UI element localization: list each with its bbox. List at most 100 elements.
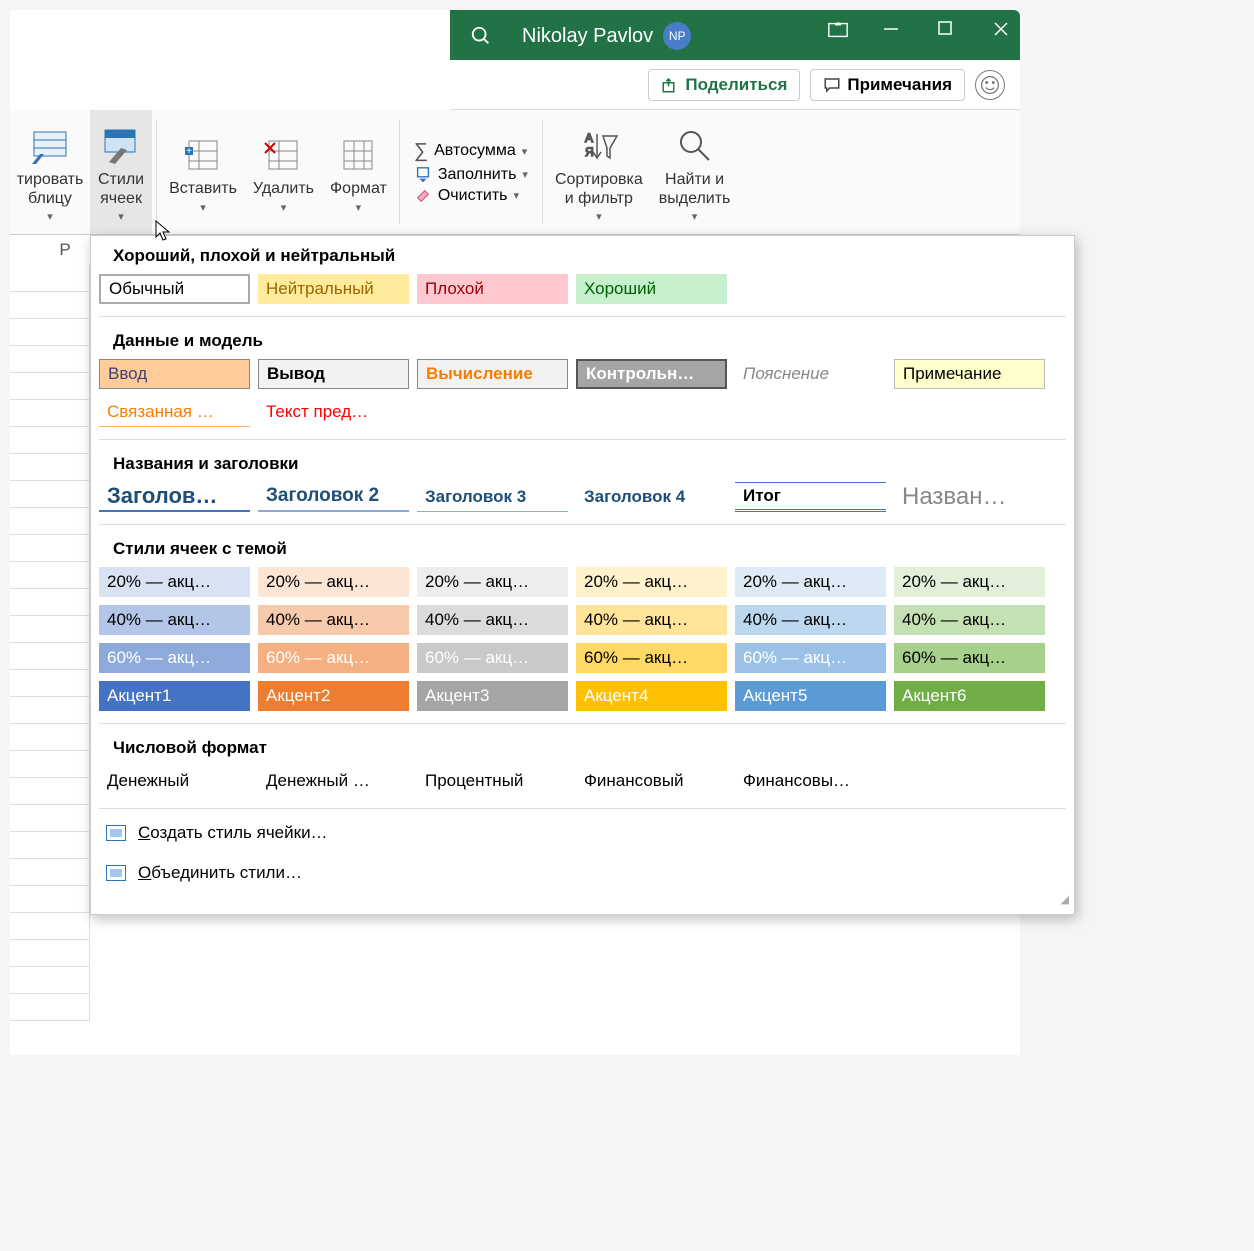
style-heading1[interactable]: Заголов… (99, 482, 250, 512)
style-heading3[interactable]: Заголовок 3 (417, 482, 568, 512)
delete-button[interactable]: Удалить ▾ (245, 110, 322, 234)
editing-group: ∑ Автосумма ▾ Заполнить ▾ Очистить ▾ (404, 110, 538, 234)
section-title-gbn: Хороший, плохой и нейтральный (91, 236, 1074, 274)
style-accent-c4-full[interactable]: Акцент4 (576, 681, 727, 711)
clear-label: Очистить (438, 187, 508, 205)
feedback-icon[interactable] (975, 70, 1005, 100)
sigma-icon: ∑ (414, 140, 428, 163)
style-accent-c4-b40[interactable]: 40% — акц… (576, 605, 727, 635)
format-button[interactable]: Формат ▾ (322, 110, 395, 234)
insert-label: Вставить (169, 179, 237, 198)
comments-button[interactable]: Примечания (810, 69, 965, 101)
style-accent-c6-b60[interactable]: 60% — акц… (894, 643, 1045, 673)
style-accent-c1-full[interactable]: Акцент1 (99, 681, 250, 711)
cell-styles-button[interactable]: Стили ячеек ▾ (90, 110, 152, 234)
minimize-button[interactable] (882, 20, 912, 40)
style-warning[interactable]: Текст пред… (258, 397, 409, 427)
ribbon: тировать блицу ▾ Стили ячеек ▾ + Вставит… (10, 110, 1020, 235)
style-neutral[interactable]: Нейтральный (258, 274, 409, 304)
merge-styles-button[interactable]: Объединить стили… (91, 853, 1074, 893)
style-accent-c5-b40[interactable]: 40% — акц… (735, 605, 886, 635)
insert-button[interactable]: + Вставить ▾ (161, 110, 245, 234)
worksheet-area: P Хороший, плохой и нейтральный Обычный … (10, 235, 1020, 1055)
style-financial0[interactable]: Финансовы… (735, 766, 886, 796)
chevron-down-icon: ▾ (200, 201, 206, 214)
chevron-down-icon: ▾ (281, 201, 287, 214)
style-accent-c6-b40[interactable]: 40% — акц… (894, 605, 1045, 635)
format-label: Формат (330, 179, 387, 198)
style-accent-c4-b20[interactable]: 20% — акц… (576, 567, 727, 597)
style-currency0[interactable]: Денежный … (258, 766, 409, 796)
maximize-button[interactable] (937, 20, 967, 40)
app-window: Nikolay Pavlov NP Поделиться (10, 10, 1020, 1055)
style-good[interactable]: Хороший (576, 274, 727, 304)
style-title[interactable]: Назван… (894, 482, 1045, 512)
style-accent-c5-full[interactable]: Акцент5 (735, 681, 886, 711)
section-title-theme: Стили ячеек с темой (91, 529, 1074, 567)
style-accent-c2-b40[interactable]: 40% — акц… (258, 605, 409, 635)
chevron-down-icon: ▾ (514, 189, 520, 202)
style-accent-c3-b60[interactable]: 60% — акц… (417, 643, 568, 673)
ribbon-mode-icon[interactable] (827, 20, 857, 40)
fill-down-icon (414, 166, 432, 184)
style-output[interactable]: Вывод (258, 359, 409, 389)
chevron-down-icon: ▾ (522, 145, 528, 158)
style-accent-c5-b60[interactable]: 60% — акц… (735, 643, 886, 673)
style-accent-c2-full[interactable]: Акцент2 (258, 681, 409, 711)
column-header-p[interactable]: P (40, 240, 90, 260)
style-input[interactable]: Ввод (99, 359, 250, 389)
close-button[interactable] (992, 20, 1010, 40)
autosum-label: Автосумма (434, 142, 516, 160)
resize-grip-icon[interactable]: ◢ (91, 893, 1074, 909)
style-percent[interactable]: Процентный (417, 766, 568, 796)
style-normal[interactable]: Обычный (99, 274, 250, 304)
format-table-label: тировать блицу (17, 170, 84, 208)
style-heading4[interactable]: Заголовок 4 (576, 482, 727, 512)
style-linked[interactable]: Связанная … (99, 397, 250, 427)
sort-filter-button[interactable]: АЯ Сортировка и фильтр ▾ (547, 110, 651, 234)
style-accent-c4-b60[interactable]: 60% — акц… (576, 643, 727, 673)
merge-styles-icon (106, 865, 126, 881)
new-style-button[interactable]: Создать стиль ячейки… (91, 813, 1074, 853)
style-check[interactable]: Контрольн… (576, 359, 727, 389)
style-accent-c3-b20[interactable]: 20% — акц… (417, 567, 568, 597)
style-accent-c6-full[interactable]: Акцент6 (894, 681, 1045, 711)
find-select-button[interactable]: Найти и выделить ▾ (651, 110, 739, 234)
find-label: Найти и выделить (659, 170, 731, 208)
style-heading2[interactable]: Заголовок 2 (258, 482, 409, 512)
cell-styles-dropdown: Хороший, плохой и нейтральный Обычный Не… (90, 235, 1075, 915)
style-accent-c2-b20[interactable]: 20% — акц… (258, 567, 409, 597)
style-accent-c3-b40[interactable]: 40% — акц… (417, 605, 568, 635)
style-accent-c1-b20[interactable]: 20% — акц… (99, 567, 250, 597)
clear-button[interactable]: Очистить ▾ (414, 187, 528, 205)
comments-label: Примечания (847, 75, 952, 95)
style-financial[interactable]: Финансовый (576, 766, 727, 796)
merge-styles-label: Объединить стили… (138, 863, 302, 883)
grid-lines (10, 265, 90, 1055)
user-account[interactable]: Nikolay Pavlov NP (522, 22, 691, 50)
style-accent-c6-b20[interactable]: 20% — акц… (894, 567, 1045, 597)
style-accent-c5-b20[interactable]: 20% — акц… (735, 567, 886, 597)
style-accent-c1-b60[interactable]: 60% — акц… (99, 643, 250, 673)
autosum-button[interactable]: ∑ Автосумма ▾ (414, 140, 528, 163)
search-icon[interactable] (470, 25, 492, 47)
style-accent-c1-b40[interactable]: 40% — акц… (99, 605, 250, 635)
style-total[interactable]: Итог (735, 482, 886, 512)
new-style-label: Создать стиль ячейки… (138, 823, 328, 843)
cell-styles-label: Стили ячеек (98, 170, 144, 208)
format-as-table-button[interactable]: тировать блицу ▾ (10, 110, 90, 234)
svg-text:Я: Я (585, 145, 594, 159)
share-button[interactable]: Поделиться (648, 69, 800, 101)
chevron-down-icon: ▾ (596, 210, 602, 223)
chevron-down-icon: ▾ (356, 201, 362, 214)
fill-button[interactable]: Заполнить ▾ (414, 166, 528, 184)
style-note[interactable]: Примечание (894, 359, 1045, 389)
style-accent-c3-full[interactable]: Акцент3 (417, 681, 568, 711)
style-accent-c2-b60[interactable]: 60% — акц… (258, 643, 409, 673)
section-title-headings: Названия и заголовки (91, 444, 1074, 482)
style-explanation[interactable]: Пояснение (735, 359, 886, 389)
style-bad[interactable]: Плохой (417, 274, 568, 304)
style-calculation[interactable]: Вычисление (417, 359, 568, 389)
new-style-icon (106, 825, 126, 841)
style-currency[interactable]: Денежный (99, 766, 250, 796)
